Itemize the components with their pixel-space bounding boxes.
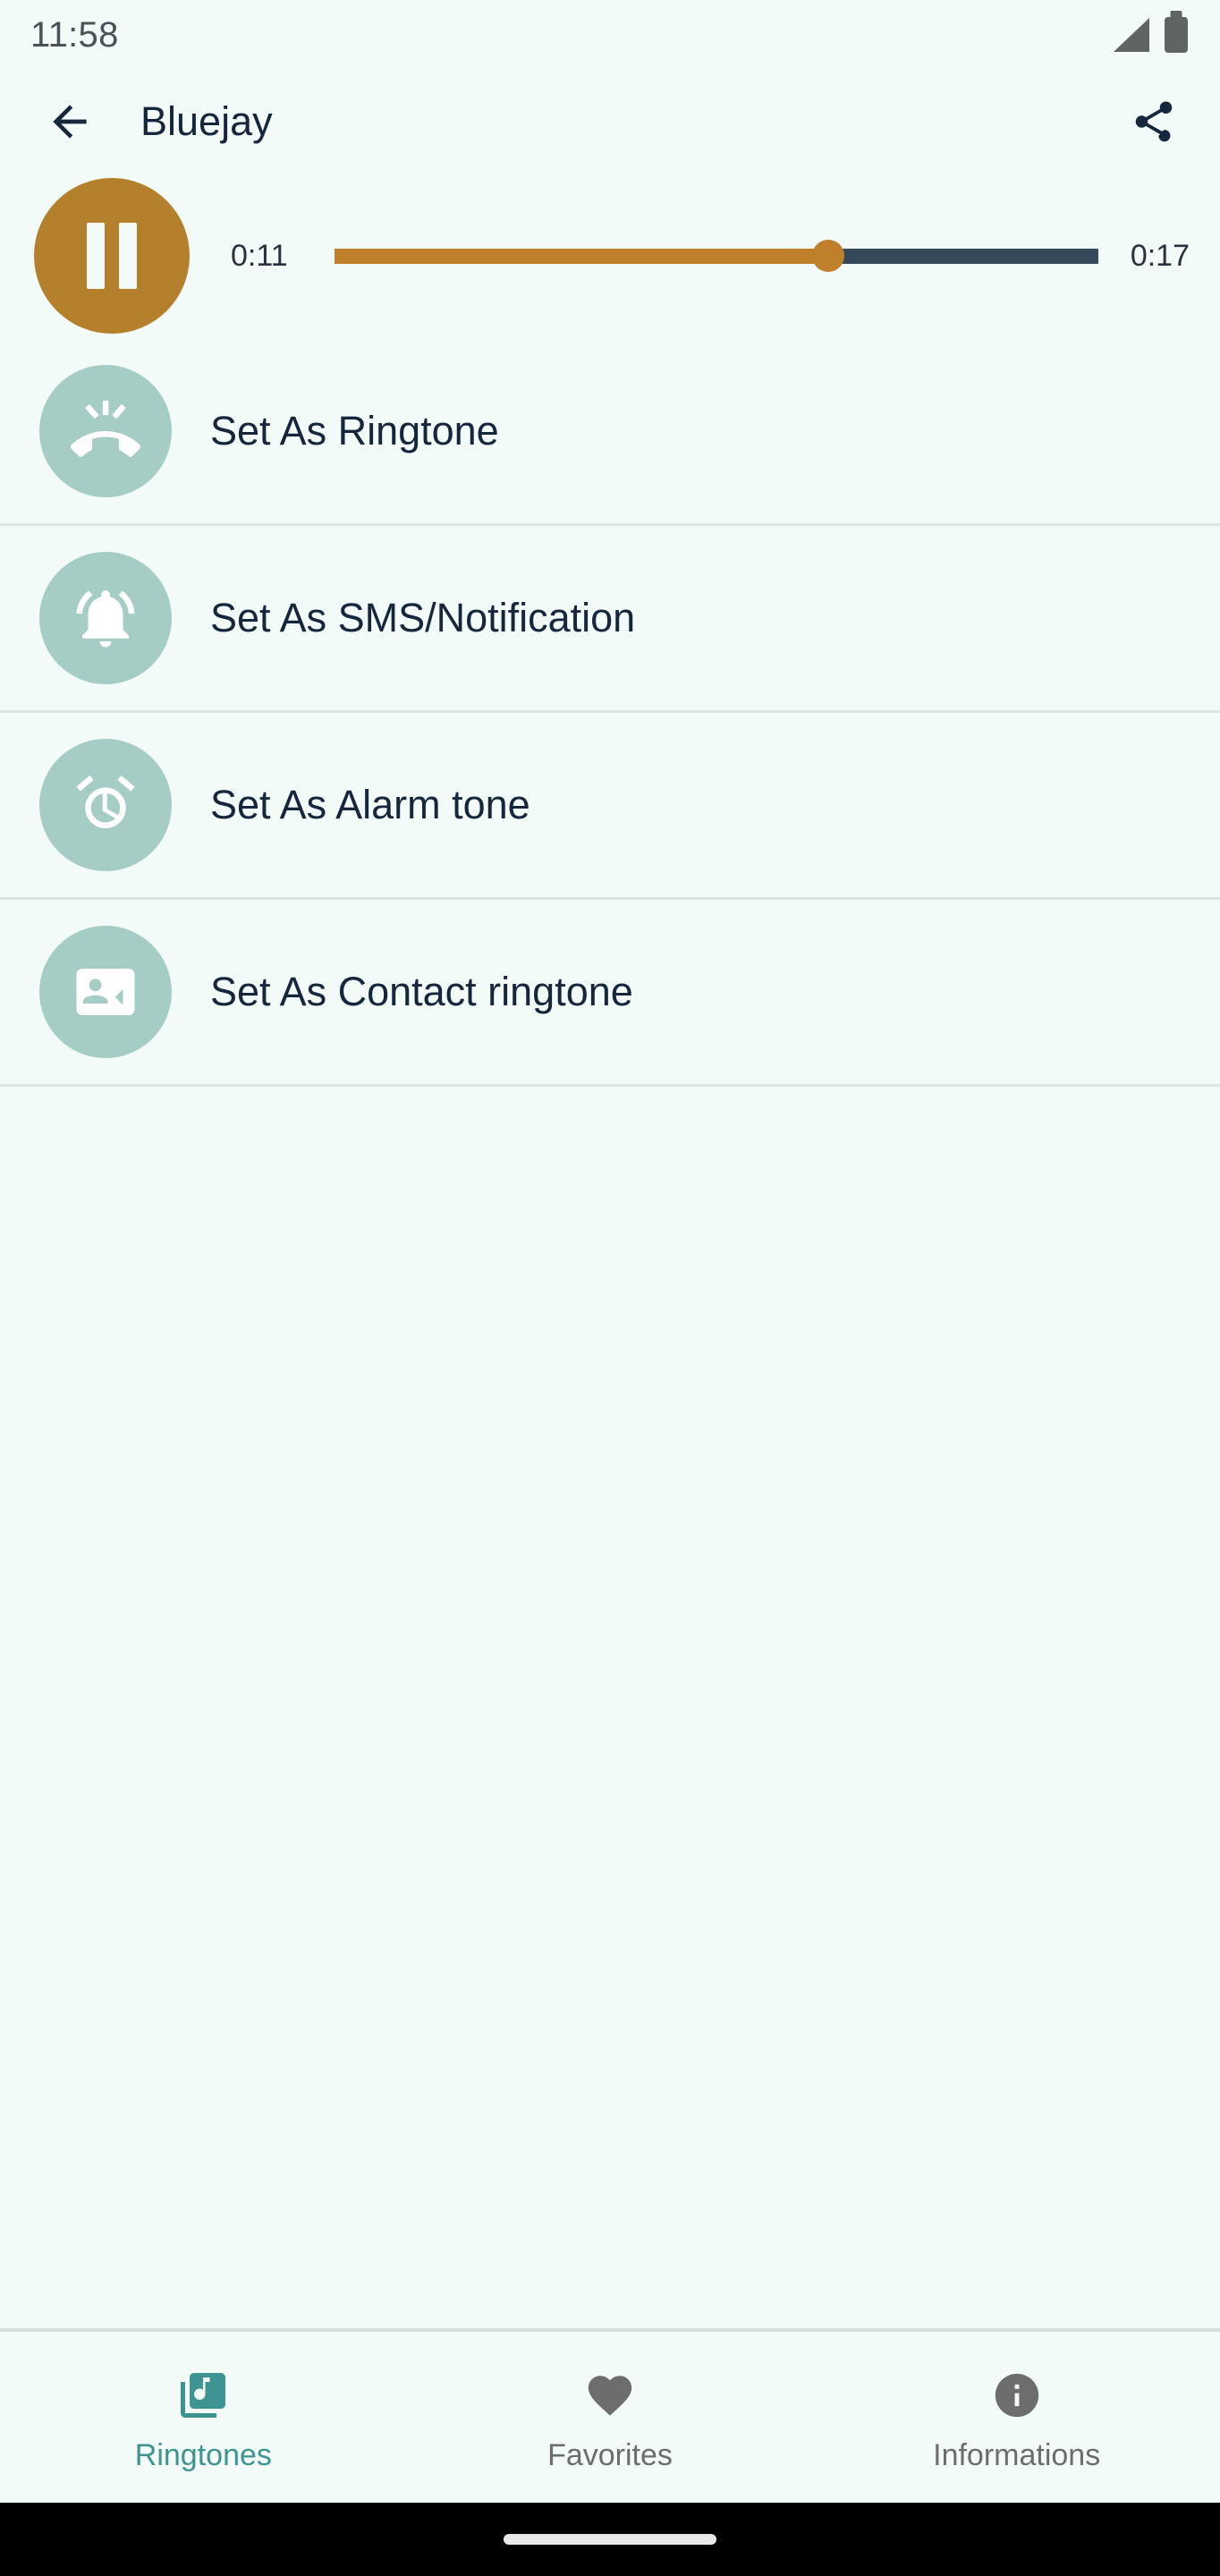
seek-thumb[interactable] [812,240,845,272]
app-screen: 11:58 Bluejay 0:11 0:17 Set As Ringtone … [0,0,1220,2576]
alarm-clock-icon [76,775,135,828]
app-bar: Bluejay [0,70,1220,173]
total-time-label: 0:17 [1130,238,1190,273]
option-icon-wrapper [39,739,172,871]
heart-icon [588,2375,632,2416]
arrow-back-icon [53,104,87,139]
nav-icon-wrapper [582,2368,638,2423]
nav-label: Informations [933,2437,1101,2472]
ring-volume-icon [71,400,140,457]
nav-icon-wrapper [175,2368,231,2423]
tab-ringtones[interactable]: Ringtones [0,2332,407,2503]
option-icon-wrapper [39,552,172,684]
player-controls: 0:11 0:17 [0,173,1220,339]
current-time-label: 0:11 [231,238,288,273]
seek-fill [334,248,829,264]
page-title: Bluejay [140,97,273,144]
system-gesture-bar [0,2503,1220,2576]
status-bar-clock: 11:58 [30,14,119,55]
option-icon-wrapper [39,365,172,497]
nav-icon-wrapper [989,2368,1045,2423]
notifications-active-icon [76,590,135,648]
pause-icon-bar-left [87,223,105,289]
seek-bar[interactable] [334,229,1098,283]
home-indicator[interactable] [504,2534,716,2545]
library-music-icon [181,2372,226,2418]
tab-favorites[interactable]: Favorites [407,2332,814,2503]
option-label: Set As Contact ringtone [210,969,633,1014]
info-icon [995,2373,1038,2417]
back-button[interactable] [41,93,98,150]
empty-content-area [0,1087,1220,2328]
option-label: Set As SMS/Notification [210,595,636,640]
share-button[interactable] [1125,93,1182,150]
contact-phone-icon [76,969,135,1015]
bottom-navigation: Ringtones Favorites Informations [0,2328,1220,2503]
option-label: Set As Ringtone [210,408,499,453]
battery-full-icon [1165,17,1188,53]
nav-label: Ringtones [134,2437,272,2472]
nav-label: Favorites [547,2437,673,2472]
option-set-as-ringtone[interactable]: Set As Ringtone [0,339,1220,526]
option-set-as-alarm-tone[interactable]: Set As Alarm tone [0,713,1220,900]
pause-icon-bar-right [119,223,137,289]
option-set-as-contact-ringtone[interactable]: Set As Contact ringtone [0,900,1220,1087]
status-bar: 11:58 [0,0,1220,70]
options-list: Set As Ringtone Set As SMS/Notification … [0,339,1220,1087]
option-icon-wrapper [39,926,172,1058]
option-label: Set As Alarm tone [210,782,530,827]
play-pause-button[interactable] [34,178,190,334]
share-icon [1135,101,1173,141]
signal-icon [1114,18,1149,52]
status-bar-icons [1114,17,1188,53]
option-set-as-sms-notification[interactable]: Set As SMS/Notification [0,526,1220,713]
tab-informations[interactable]: Informations [813,2332,1220,2503]
